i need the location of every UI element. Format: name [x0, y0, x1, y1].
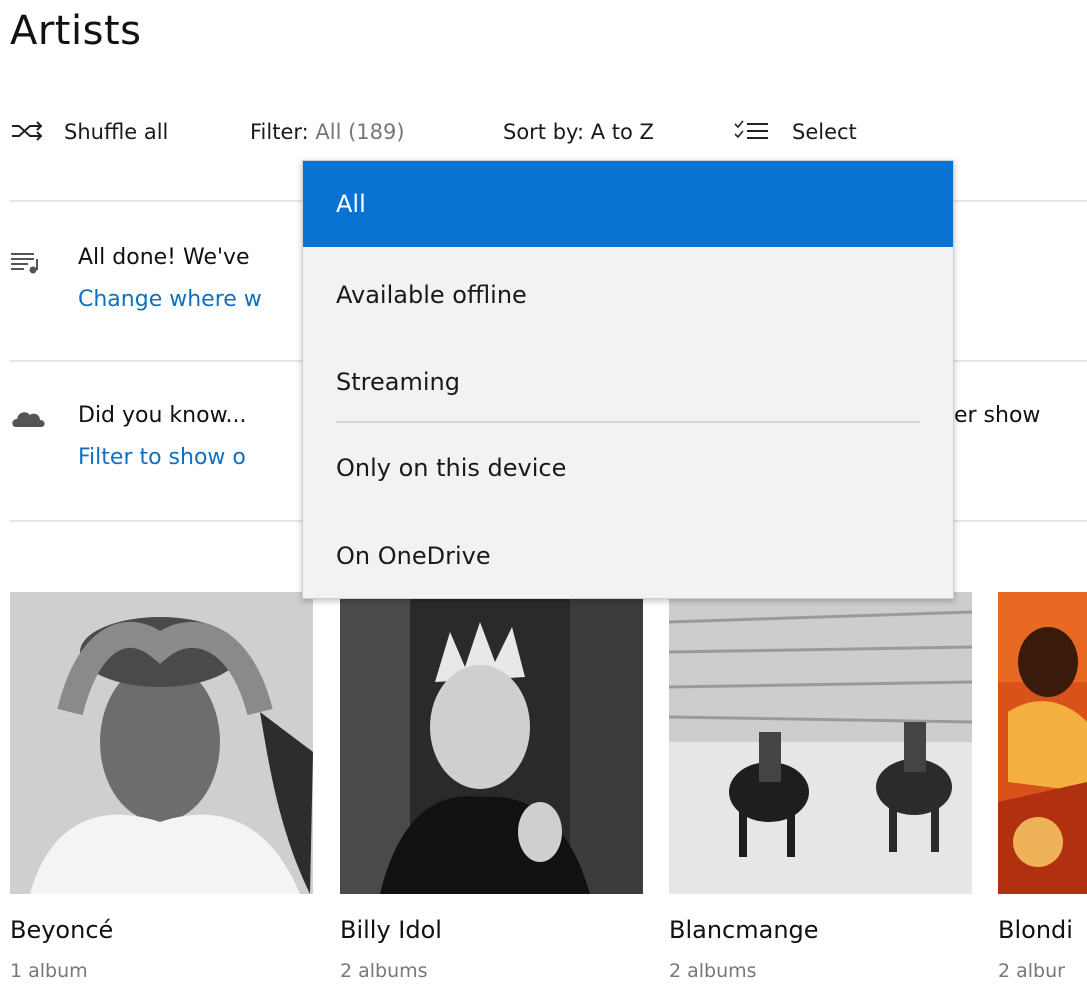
- artist-name[interactable]: Blancmange: [669, 916, 819, 944]
- filter-option-only-on-this-device[interactable]: Only on this device: [303, 425, 953, 511]
- filter-option-available-offline[interactable]: Available offline: [303, 252, 953, 338]
- dropdown-divider: [336, 421, 920, 423]
- artist-name[interactable]: Beyoncé: [10, 916, 113, 944]
- filter-value: All (189): [315, 120, 405, 144]
- artist-photo: [340, 592, 643, 894]
- album-count: 2 albur: [998, 960, 1065, 982]
- multi-select-icon: [734, 120, 768, 139]
- filter-option-all[interactable]: All: [303, 161, 953, 247]
- shuffle-all-label: Shuffle all: [64, 120, 169, 144]
- change-folders-link[interactable]: Change where w: [78, 287, 262, 312]
- filter-label: Filter:: [250, 120, 309, 144]
- artist-tile-blancmange[interactable]: [669, 592, 972, 894]
- notice-title: Did you know...: [78, 403, 247, 428]
- artist-photo: [10, 592, 313, 894]
- cloud-icon: [12, 412, 45, 427]
- artist-tile-beyonce[interactable]: [10, 592, 313, 894]
- artist-photo: [669, 592, 972, 894]
- select-label: Select: [792, 120, 857, 144]
- artist-tile-billy-idol[interactable]: [340, 592, 643, 894]
- artist-tile-blondie[interactable]: [998, 592, 1087, 894]
- filter-option-on-onedrive[interactable]: On OneDrive: [303, 513, 953, 599]
- page-title: Artists: [10, 8, 142, 54]
- filter-button[interactable]: Filter: All (189): [250, 120, 405, 144]
- album-count: 2 albums: [669, 960, 757, 982]
- playlist-music-icon: [11, 253, 38, 274]
- shuffle-all-button[interactable]: Shuffle all: [10, 120, 168, 144]
- shuffle-icon: [12, 121, 43, 141]
- filter-dropdown-menu: All Available offline Streaming Only on …: [302, 160, 954, 599]
- sort-button[interactable]: Sort by: A to Z: [503, 120, 654, 144]
- notice-title-continued: der show: [940, 403, 1041, 428]
- album-count: 1 album: [10, 960, 88, 982]
- artist-photo: [998, 592, 1087, 894]
- artist-name[interactable]: Blondi: [998, 916, 1073, 944]
- album-count: 2 albums: [340, 960, 428, 982]
- notice-title: All done! We've: [78, 245, 250, 270]
- filter-to-show-link[interactable]: Filter to show o: [78, 445, 246, 470]
- filter-option-streaming[interactable]: Streaming: [303, 339, 953, 425]
- select-button[interactable]: Select: [734, 120, 857, 144]
- sort-value: A to Z: [590, 120, 654, 144]
- sort-label: Sort by:: [503, 120, 585, 144]
- artist-name[interactable]: Billy Idol: [340, 916, 442, 944]
